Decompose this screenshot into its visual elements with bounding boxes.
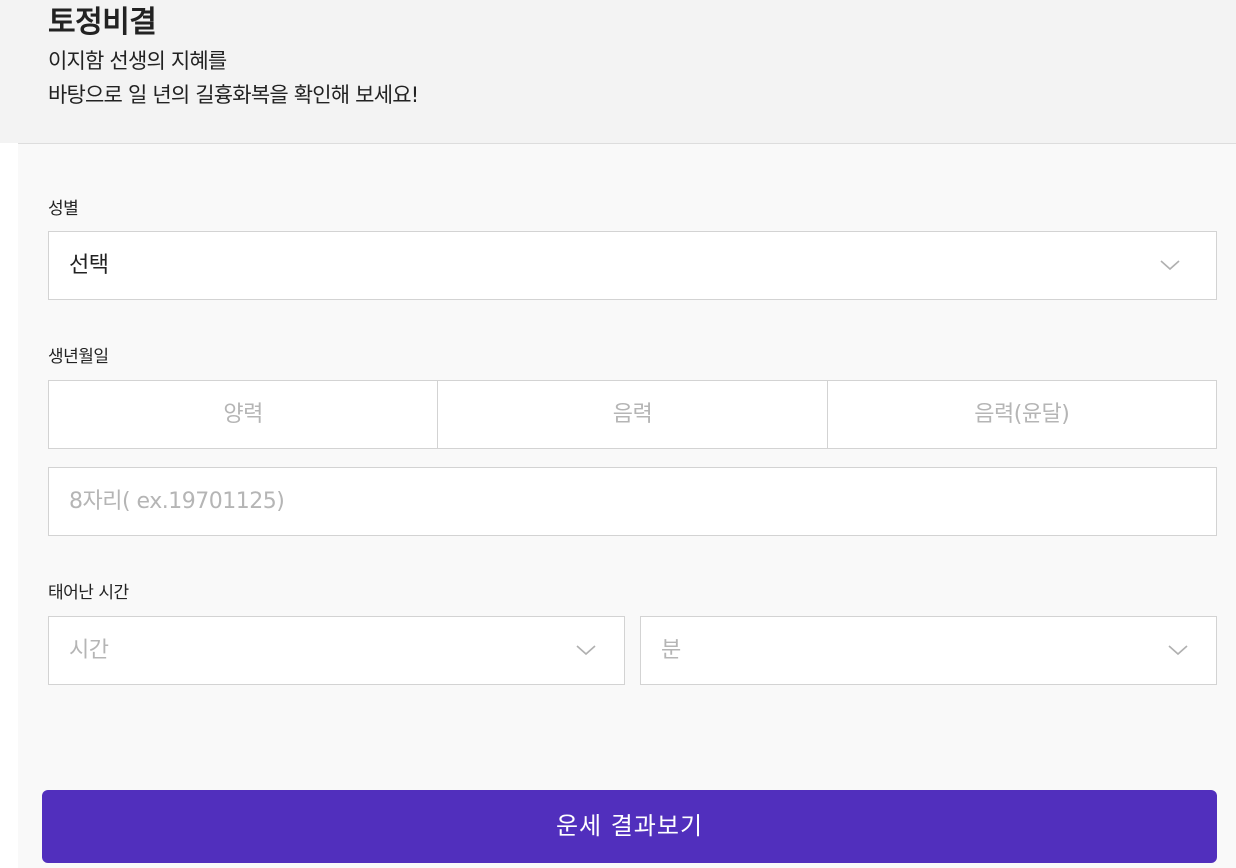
page-description-line1: 이지함 선생의 지혜를 [48, 49, 227, 73]
gender-select[interactable]: 선택 [48, 231, 1217, 300]
minute-select-placeholder: 분 [661, 638, 681, 663]
gender-select-value: 선택 [69, 253, 109, 278]
calendar-lunar-button[interactable]: 음력 [438, 381, 828, 448]
left-edge-strip [0, 143, 18, 868]
birthdate-label: 생년월일 [48, 347, 109, 367]
birthdate-field-wrapper [48, 467, 1217, 536]
view-fortune-result-button[interactable]: 운세 결과보기 [42, 790, 1217, 863]
chevron-down-icon [1159, 254, 1181, 276]
page-title: 토정비결 [48, 5, 157, 40]
birthdate-input[interactable] [49, 468, 1216, 535]
chevron-down-icon [1167, 639, 1189, 661]
calendar-type-group: 양력 음력 음력(윤달) [48, 380, 1217, 449]
hour-select[interactable]: 시간 [48, 616, 625, 685]
chevron-down-icon [575, 639, 597, 661]
hour-select-placeholder: 시간 [69, 638, 109, 663]
minute-select[interactable]: 분 [640, 616, 1217, 685]
gender-label: 성별 [48, 199, 79, 219]
page-description-line2: 바탕으로 일 년의 길흉화복을 확인해 보세요! [48, 83, 419, 107]
birth-time-label: 태어난 시간 [48, 583, 129, 603]
calendar-solar-button[interactable]: 양력 [49, 381, 439, 448]
page-header: 토정비결 이지함 선생의 지혜를 바탕으로 일 년의 길흉화복을 확인해 보세요… [0, 0, 1236, 144]
calendar-lunar-leap-button[interactable]: 음력(윤달) [828, 381, 1216, 448]
